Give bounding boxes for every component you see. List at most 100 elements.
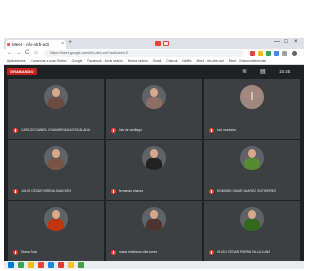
meeting-clock: 15:45 [279,69,291,74]
participant-avatar-photo [44,146,68,170]
tab-title: Meet - nfv-otrb-wzi [12,42,50,47]
minimize-button[interactable]: — [274,39,280,45]
person-head-shape [52,149,60,158]
extension-icon[interactable] [250,51,255,56]
participant-tile[interactable]: EDWARD OMAR JUAREZ GUTIERREZ [204,140,300,200]
participant-name: JULIO CESAR BRENA SANCHEZ [21,189,72,193]
close-window-button[interactable]: × [294,39,298,45]
meet-grid: GRABANDO ≋ ▤ 15:45 CARLOS DANIEL CHAVARR… [4,65,304,261]
mic-muted-icon [111,189,116,194]
mic-muted-icon [111,128,116,133]
person-head-shape [248,149,256,158]
start-menu-icon[interactable] [8,262,14,268]
participant-tile[interactable]: HUGO CESAR PARRA VILLA LUNA [204,201,300,261]
mic-muted-icon [13,128,18,133]
bookmark-item[interactable]: Gmail [153,58,162,64]
bookmark-item[interactable]: Facebook - Inicie sesión [87,58,123,64]
participant-name: CARLOS DANIEL CHAVARRIAGA ESCALADA [21,128,91,132]
participant-avatar-photo [44,207,68,231]
captions-icon[interactable]: ≋ [242,68,247,75]
person-body-shape [146,219,162,231]
person-body-shape [146,97,162,109]
participant-name: fernando chavez [119,189,144,193]
person-body-shape [48,219,64,231]
mic-muted-icon [209,128,214,133]
forward-button[interactable]: → [16,50,22,57]
bookmark-item[interactable]: Outlook [166,58,177,64]
taskbar-app-icon[interactable] [68,262,74,268]
participant-tile[interactable]: l luci montalvo [204,79,300,139]
bookmarks-bar: Aplicaciones Comenzar a usar Firefox Goo… [4,58,304,65]
maximize-button[interactable]: □ [284,39,288,45]
participant-avatar-photo [240,146,264,170]
person-head-shape [150,210,158,219]
participant-avatar-photo [240,207,264,231]
participant-name: luci montalvo [217,128,237,132]
recording-badge: GRABANDO [7,68,37,75]
mic-muted-icon [209,250,214,255]
bookmark-item[interactable]: Aplicaciones [7,58,26,64]
extension-icon[interactable] [266,51,271,56]
participant-avatar-letter: l [240,85,264,109]
bookmark-item[interactable]: Meet - nfv-otrb-wzi [197,58,224,64]
bookmark-item[interactable]: Nueva sesión [128,58,148,64]
recording-dot-icon [7,43,10,46]
new-tab-button[interactable]: + [68,39,72,46]
person-head-shape [150,88,158,97]
profile-avatar[interactable] [292,51,297,56]
person-body-shape [244,158,260,170]
taskbar-app-icon[interactable] [18,262,24,268]
participant-name: luis de santiago [119,128,142,132]
mic-muted-icon [209,189,214,194]
extension-icon[interactable] [258,51,263,56]
taskbar-app-icon[interactable] [38,262,44,268]
participant-name: maria estefania villa torres [119,250,158,254]
reload-button[interactable]: C [25,50,29,57]
address-bar-row: ← → C ⌂ https://meet.google.com/nfv-otrb… [4,49,304,58]
windows-taskbar [4,261,304,269]
person-head-shape [248,210,256,219]
screen-share-icon [163,41,169,46]
participant-avatar-photo [142,146,166,170]
person-head-shape [52,88,60,97]
browser-tab-bar: Meet - nfv-otrb-wzi × + — □ × [4,38,304,49]
mic-muted-icon [13,189,18,194]
back-button[interactable]: ← [7,50,13,57]
browser-tab[interactable]: Meet - nfv-otrb-wzi × [6,40,66,49]
person-body-shape [48,158,64,170]
monitor-display: Meet - nfv-otrb-wzi × + — □ × ← → C ⌂ ht… [4,38,304,269]
extension-icon[interactable] [282,51,287,56]
participant-name: HUGO CESAR PARRA VILLA LUNA [217,250,271,254]
participant-tile[interactable]: maria estefania villa torres [106,201,202,261]
person-body-shape [146,158,162,170]
participant-avatar-photo [44,85,68,109]
participant-avatar-photo [142,207,166,231]
participant-tile[interactable]: JULIO CESAR BRENA SANCHEZ [8,140,104,200]
bookmark-item[interactable]: Google [72,58,83,64]
taskbar-app-icon[interactable] [78,262,84,268]
screenshot: Meet - nfv-otrb-wzi × + — □ × ← → C ⌂ ht… [0,0,306,271]
bookmark-item[interactable]: Comenzar a usar Firefox [30,58,66,64]
home-button[interactable]: ⌂ [34,50,38,57]
person-body-shape [48,97,64,109]
person-head-shape [52,210,60,219]
participant-tile[interactable]: fernando chavez [106,140,202,200]
participant-tile[interactable]: luis de santiago [106,79,202,139]
taskbar-app-icon[interactable] [58,262,64,268]
mic-muted-icon [111,250,116,255]
taskbar-app-icon[interactable] [28,262,34,268]
url-input[interactable]: https://meet.google.com/nfv-otrb-wzi?aut… [44,50,244,57]
recording-indicator-icon [155,41,161,46]
close-tab-icon[interactable]: × [61,40,64,49]
extension-icon[interactable] [274,51,279,56]
participant-name: EDWARD OMAR JUAREZ GUTIERREZ [217,189,277,193]
taskbar-app-icon[interactable] [48,262,54,268]
bookmark-item[interactable]: Meet - Videoconferencias [229,58,266,64]
participant-tile[interactable]: Diana Soto [8,201,104,261]
participant-tile[interactable]: CARLOS DANIEL CHAVARRIAGA ESCALADA [8,79,104,139]
bookmark-item[interactable]: Netflix [182,58,191,64]
chat-icon[interactable]: ▤ [260,68,266,75]
participant-name: Diana Soto [21,250,38,254]
person-head-shape [150,149,158,158]
person-body-shape [244,219,260,231]
